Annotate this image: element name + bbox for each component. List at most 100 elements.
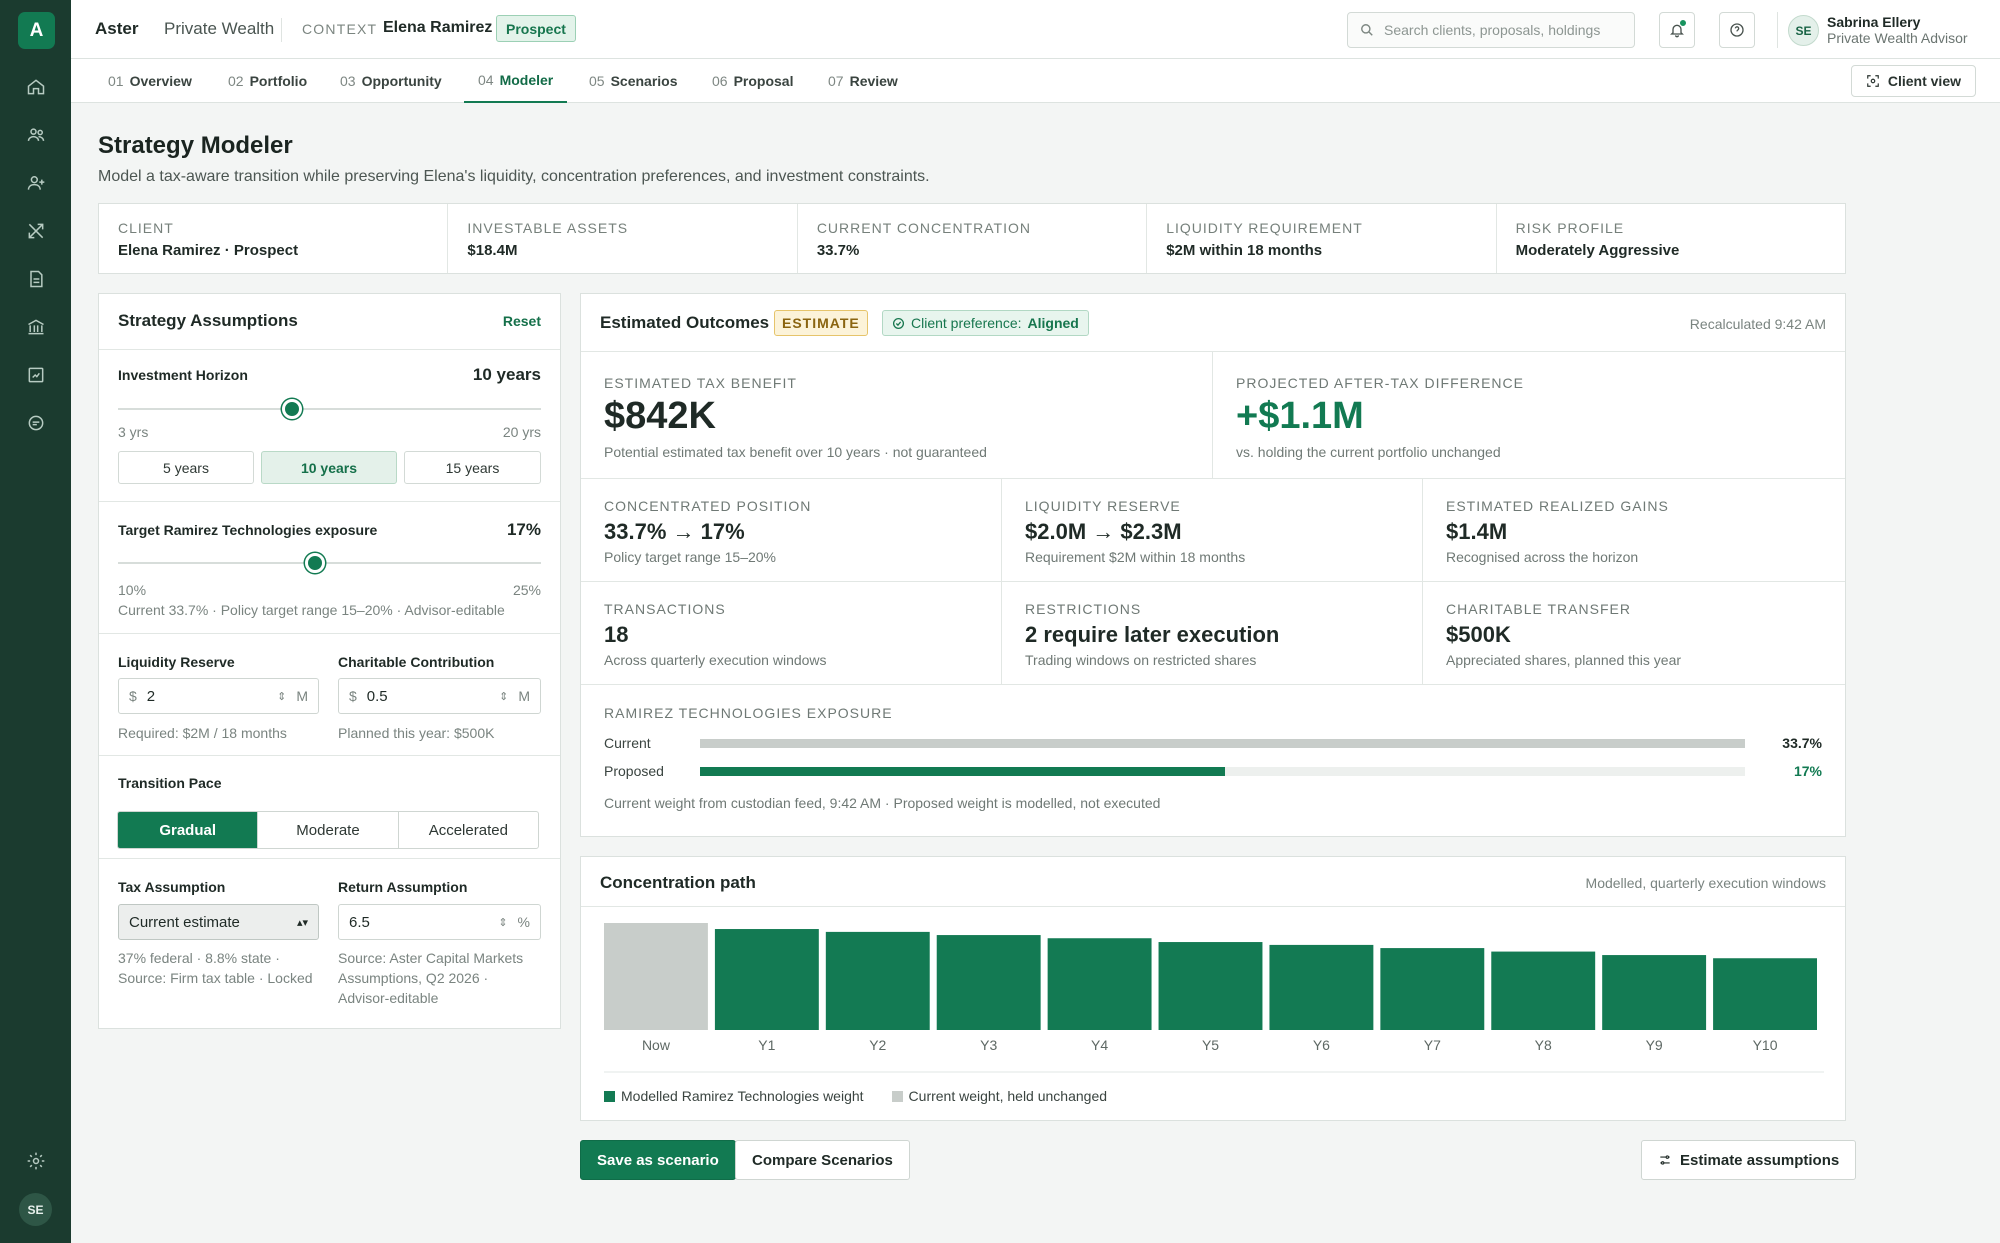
client-preference-badge: Client preference: Aligned xyxy=(882,310,1089,336)
panel-title: Estimated Outcomes xyxy=(600,313,770,332)
exposure-min-label: 10% xyxy=(118,582,147,598)
current-exposure-label: Current xyxy=(604,735,651,751)
chart-legend: Modelled Ramirez Technologies weight Cur… xyxy=(604,1088,1824,1104)
home-icon[interactable] xyxy=(21,72,51,102)
proposed-exposure-value: 17% xyxy=(1793,763,1822,779)
horizon-preset-5-years[interactable]: 5 years xyxy=(118,451,254,484)
chart-bar-y8 xyxy=(1491,951,1596,1030)
strategy-assumptions-panel: Strategy Assumptions Reset Investment Ho… xyxy=(98,293,561,1029)
bank-icon[interactable] xyxy=(21,312,51,342)
top-bar: Aster Private Wealth CONTEXT Elena Ramir… xyxy=(71,0,2000,59)
x-tick-label: Y4 xyxy=(1091,1037,1108,1053)
tab-number: 05 xyxy=(589,73,605,89)
global-search[interactable] xyxy=(1347,12,1635,48)
tab-overview[interactable]: 01 Overview xyxy=(108,59,192,103)
transition-pace-control[interactable]: Gradual Moderate Accelerated xyxy=(117,811,539,849)
horizon-section: Investment Horizon 10 years 3 yrs 20 yrs… xyxy=(99,349,560,501)
page-title: Strategy Modeler xyxy=(98,132,293,159)
stepper-icon[interactable]: ⇕ xyxy=(277,690,286,703)
chart-bar-y10 xyxy=(1713,958,1817,1030)
divider xyxy=(281,18,282,42)
tax-assumption-select[interactable]: Current estimate ▴▾ xyxy=(118,904,319,940)
stepper-icon[interactable]: ⇕ xyxy=(499,690,508,703)
legend-swatch-modelled xyxy=(604,1090,615,1102)
notification-dot xyxy=(1679,19,1687,27)
charitable-contribution-label: Charitable Contribution xyxy=(338,654,495,670)
return-assumption-value[interactable]: 6.5 xyxy=(349,914,498,931)
kpi-label: TRANSACTIONS xyxy=(604,601,726,617)
reset-link[interactable]: Reset xyxy=(503,313,541,329)
help-button[interactable] xyxy=(1719,12,1755,48)
charitable-contribution-input[interactable]: $ 0.5 ⇕ M xyxy=(338,678,541,714)
horizon-preset-15-years[interactable]: 15 years xyxy=(404,451,541,484)
return-assumption-input[interactable]: 6.5 ⇕ % xyxy=(338,904,541,940)
client-view-button[interactable]: Client view xyxy=(1850,65,1976,97)
liquidity-reserve-note: Required: $2M / 18 months xyxy=(118,725,287,741)
clients-icon[interactable] xyxy=(21,120,51,150)
liquidity-reserve-card: LIQUIDITY RESERVE $2.0M → $2.3M Requirem… xyxy=(1002,478,1423,581)
search-input[interactable] xyxy=(1384,22,1624,38)
exposure-slider-track[interactable] xyxy=(118,562,541,564)
horizon-slider-track[interactable] xyxy=(118,408,541,410)
exposure-note: Current 33.7% · Policy target range 15–2… xyxy=(118,602,505,618)
sliders-icon xyxy=(1660,1155,1670,1165)
horizon-slider-handle[interactable] xyxy=(282,399,303,419)
document-icon[interactable] xyxy=(21,264,51,294)
kpi-subtext: Requirement $2M within 18 months xyxy=(1025,549,1246,565)
estimate-assumptions-button[interactable]: Estimate assumptions xyxy=(1641,1140,1857,1180)
app-logo[interactable]: A xyxy=(18,12,55,49)
x-tick-label: Y10 xyxy=(1753,1037,1778,1053)
horizon-preset-10-years[interactable]: 10 years xyxy=(261,451,397,484)
panel-title: Strategy Assumptions xyxy=(118,311,298,330)
compare-scenarios-button[interactable]: Compare Scenarios xyxy=(735,1140,910,1180)
summary-liquidity-requirement: LIQUIDITY REQUIREMENT $2M within 18 month… xyxy=(1147,204,1497,273)
brand-name: Aster xyxy=(95,19,139,38)
save-as-scenario-button[interactable]: Save as scenario xyxy=(580,1140,736,1180)
tab-modeler[interactable]: 04 Modeler xyxy=(464,59,568,103)
rebalance-icon[interactable] xyxy=(21,216,51,246)
tab-portfolio[interactable]: 02 Portfolio xyxy=(228,59,307,103)
pace-accelerated[interactable]: Accelerated xyxy=(399,812,538,848)
exposure-note: Current weight from custodian feed, 9:42… xyxy=(604,795,1161,811)
notifications-button[interactable] xyxy=(1659,12,1695,48)
horizon-min-label: 3 yrs xyxy=(118,424,149,440)
report-icon[interactable] xyxy=(21,360,51,390)
liquidity-reserve-input[interactable]: $ 2 ⇕ M xyxy=(118,678,319,714)
transition-pace-label: Transition Pace xyxy=(118,775,222,791)
user-role: Private Wealth Advisor xyxy=(1827,30,1968,46)
kpi-subtext: Appreciated shares, planned this year xyxy=(1446,652,1682,668)
summary-label: CURRENT CONCENTRATION xyxy=(816,220,1031,236)
return-assumption-note: Source: Aster Capital Markets xyxy=(338,950,524,966)
presentation-icon xyxy=(1867,75,1879,87)
chart-bar-y2 xyxy=(825,931,930,1030)
user-name: Sabrina Ellery xyxy=(1827,14,1921,30)
client-summary-strip: CLIENT Elena Ramirez · Prospect INVESTABL… xyxy=(98,203,1846,274)
pace-moderate[interactable]: Moderate xyxy=(258,812,399,848)
message-icon[interactable] xyxy=(21,408,51,438)
tax-assumption-source: Source: Firm tax table · Locked xyxy=(118,970,313,986)
tab-label: Overview xyxy=(129,73,192,89)
liquidity-reserve-value[interactable]: 2 xyxy=(147,688,277,705)
rail-avatar[interactable]: SE xyxy=(19,1193,52,1226)
divider xyxy=(581,906,1845,907)
chart-bar-now xyxy=(604,923,708,1030)
tab-opportunity[interactable]: 03 Opportunity xyxy=(340,59,442,103)
settings-icon[interactable] xyxy=(21,1146,51,1176)
pace-gradual[interactable]: Gradual xyxy=(118,812,259,848)
tab-scenarios[interactable]: 05 Scenarios xyxy=(589,59,678,103)
tab-label: Review xyxy=(849,73,898,89)
x-tick-label: Y3 xyxy=(980,1037,997,1053)
tab-number: 02 xyxy=(228,73,244,89)
horizon-max-label: 20 yrs xyxy=(502,424,541,440)
tab-proposal[interactable]: 06 Proposal xyxy=(712,59,793,103)
exposure-slider-handle[interactable] xyxy=(305,553,326,573)
user-avatar[interactable]: SE xyxy=(1788,15,1819,46)
currency-prefix: $ xyxy=(129,688,137,704)
add-user-icon[interactable] xyxy=(21,168,51,198)
tab-review[interactable]: 07 Review xyxy=(828,59,898,103)
tab-number: 01 xyxy=(108,73,124,89)
stepper-icon[interactable]: ⇕ xyxy=(498,916,507,929)
preference-label: Client preference: xyxy=(911,315,1022,331)
charitable-contribution-value[interactable]: 0.5 xyxy=(367,688,499,705)
kpi-subtext: Trading windows on restricted shares xyxy=(1025,652,1257,668)
